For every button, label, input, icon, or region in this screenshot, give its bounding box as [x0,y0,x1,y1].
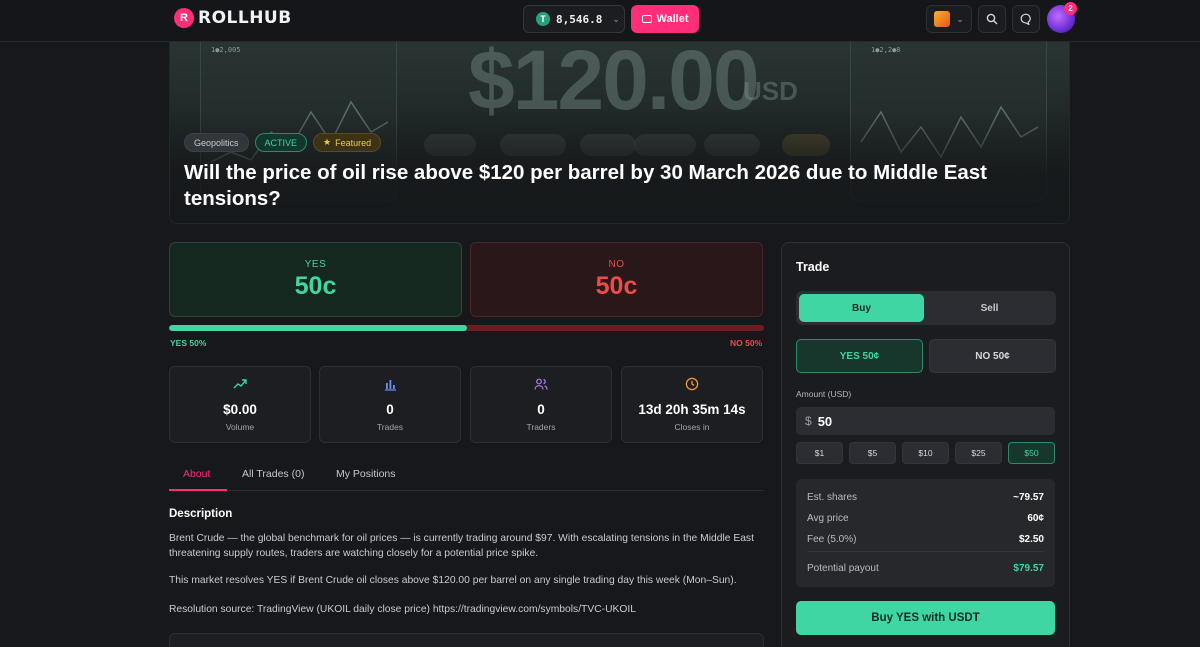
quick-amount-button[interactable]: $5 [849,442,896,464]
est-shares-label: Est. shares [807,492,858,503]
chat-icon [1020,13,1031,25]
payout-label: Potential payout [807,563,879,574]
avg-price-value: 60¢ [1027,513,1044,524]
hero-bg-chart-left-label: 1●2,005 [211,46,241,54]
logo-text: ROLLHUB [198,8,292,28]
chevron-down-icon: ⌄ [956,13,964,24]
stat-closes-in: 13d 20h 35m 14s Closes in [621,366,763,443]
volume-label: Volume [225,422,255,432]
est-shares-value: ~79.57 [1013,492,1044,503]
quick-amount-button[interactable]: $1 [796,442,843,464]
amount-input[interactable]: $ 50 [796,407,1055,435]
tab-my-positions[interactable]: My Positions [336,468,396,480]
clock-icon [685,377,699,391]
tab-about[interactable]: About [183,468,210,480]
market-tabs: About All Trades (0) My Positions [169,458,764,491]
fee-value: $2.50 [1018,534,1044,545]
tag-row: Geopolitics ACTIVE ★ Featured [184,133,382,152]
payout-value: $79.57 [1013,563,1044,574]
hero-bg-unit: USD [743,76,798,106]
star-icon: ★ [323,137,332,147]
yes-label: YES [304,259,327,270]
volume-value: $0.00 [223,402,257,417]
chevron-down-icon: ⌄ [612,13,620,24]
logo-icon: R [174,8,194,28]
search-icon [986,13,998,25]
no-outcome-card[interactable]: NO 50c [470,242,763,317]
search-button[interactable] [978,5,1006,33]
no-probability-label: NO 50% [730,338,763,348]
balance-value: 8,546.8 [556,12,603,26]
yes-probability-fill [169,325,467,331]
notification-badge: 2 [1064,2,1077,15]
closes-in-label: Closes in [674,422,710,432]
traders-value: 0 [537,402,545,417]
closes-in-value: 13d 20h 35m 14s [638,402,746,417]
balance-selector[interactable]: T 8,546.8 ⌄ [523,5,625,33]
tether-icon: T [536,12,550,26]
resolution-source: Resolution source: TradingView (UKOIL da… [169,604,636,615]
wallet-button[interactable]: Wallet [631,5,699,33]
top-navbar: R ROLLHUB T 8,546.8 ⌄ Wallet ⌄ 2 [0,0,1200,42]
buy-tab[interactable]: Buy [799,294,924,322]
trades-label: Trades [376,422,404,432]
game-menu-button[interactable]: ⌄ [926,5,972,33]
stat-traders: 0 Traders [470,366,612,443]
trade-panel: Trade Buy Sell YES 50¢ NO 50¢ Amount (US… [781,242,1070,647]
quick-amount-button[interactable]: $25 [955,442,1002,464]
no-label: NO [608,259,625,270]
category-tag[interactable]: Geopolitics [184,133,249,152]
amount-label: Amount (USD) [796,389,852,399]
traders-label: Traders [526,422,556,432]
order-summary: Est. shares ~79.57 Avg price 60¢ Fee (5.… [796,479,1055,587]
status-badge: ACTIVE [254,133,308,152]
yes-option-button[interactable]: YES 50¢ [796,339,923,373]
description-paragraph: Brent Crude — the global benchmark for o… [169,533,754,559]
trending-up-icon [233,379,247,389]
description-paragraph: This market resolves YES if Brent Crude … [169,575,737,586]
lower-panel [169,633,764,647]
summary-row-avg-price: Avg price 60¢ [807,513,1044,524]
buy-yes-button[interactable]: Buy YES with USDT [796,601,1055,635]
buy-sell-toggle: Buy Sell [796,291,1056,325]
chat-button[interactable] [1012,5,1040,33]
summary-row-shares: Est. shares ~79.57 [807,492,1044,503]
sell-tab[interactable]: Sell [926,294,1053,322]
hero-bg-chart-right-label: 1●2,2●8 [871,46,901,54]
trades-value: 0 [386,402,394,417]
description-heading: Description [169,508,233,520]
quick-amount-button[interactable]: $10 [902,442,949,464]
currency-symbol: $ [805,414,812,428]
featured-badge: ★ Featured [313,133,382,152]
users-icon [534,378,548,390]
summary-row-fee: Fee (5.0%) $2.50 [807,534,1044,545]
no-price: 50c [595,272,638,300]
logo[interactable]: R ROLLHUB [174,8,292,28]
quick-amount-button-selected[interactable]: $50 [1008,442,1055,464]
probability-bar [169,325,764,331]
stat-trades: 0 Trades [319,366,461,443]
summary-divider [807,551,1044,552]
yes-probability-label: YES 50% [170,338,207,348]
wallet-icon [641,15,652,23]
featured-label: Featured [335,137,372,148]
bar-chart-icon [385,380,396,391]
game-icon [934,11,951,27]
active-tab-indicator [169,489,227,491]
market-title: Will the price of oil rise above $120 pe… [184,161,988,210]
summary-row-payout: Potential payout $79.57 [807,563,1044,574]
no-option-button[interactable]: NO 50¢ [929,339,1056,373]
wallet-label: Wallet [656,13,689,25]
tab-all-trades[interactable]: All Trades (0) [242,468,304,480]
trade-title: Trade [796,260,830,274]
yes-outcome-card[interactable]: YES 50c [169,242,462,317]
amount-value: 50 [817,413,833,429]
avg-price-label: Avg price [807,513,849,524]
market-hero: 1●2,005 1●2,2●8 $120.00 USD Geopolitics … [169,42,1070,224]
yes-price: 50c [294,272,337,300]
stat-volume: $0.00 Volume [169,366,311,443]
fee-label: Fee (5.0%) [807,534,857,545]
